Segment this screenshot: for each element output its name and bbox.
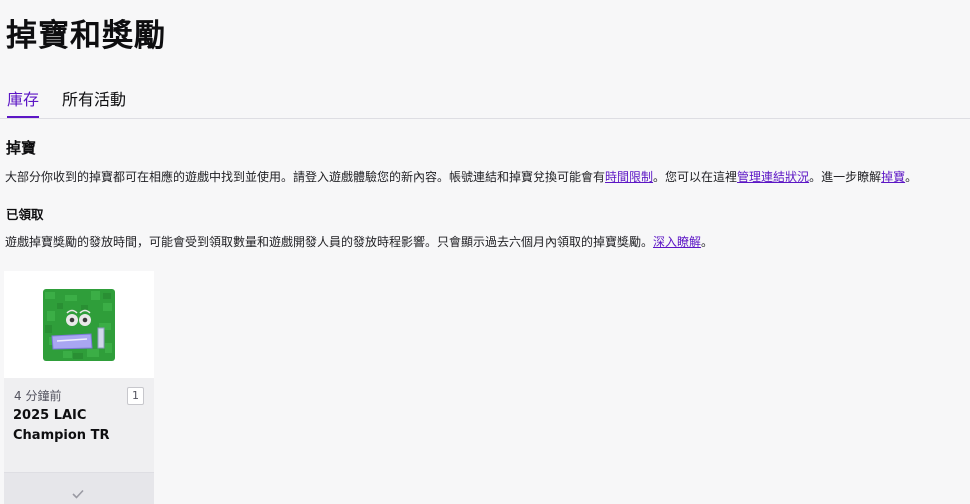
- drops-description: 大部分你收到的掉寶都可在相應的遊戲中找到並使用。請登入遊戲體驗您的新內容。帳號連…: [5, 170, 918, 184]
- drops-link[interactable]: 掉寶: [881, 170, 905, 184]
- page-title: 掉寶和獎勵: [6, 18, 166, 54]
- tab-inventory[interactable]: 庫存: [7, 86, 40, 118]
- claimed-section-title: 已領取: [6, 207, 44, 222]
- tab-bar: 庫存 所有活動: [0, 86, 970, 119]
- reward-status-bar: [4, 472, 154, 504]
- reward-image-area: [4, 271, 154, 378]
- reward-card[interactable]: 4 分鐘前 1 2025 LAIC Champion TR: [4, 271, 154, 504]
- claimed-description: 遊戲掉寶獎勵的發放時間，可能會受到領取數量和遊戲開發人員的發放時程影響。只會顯示…: [5, 235, 714, 249]
- check-icon: [72, 489, 84, 499]
- time-limit-link[interactable]: 時間限制: [605, 170, 653, 184]
- learn-more-link[interactable]: 深入瞭解: [653, 235, 701, 249]
- reward-name: 2025 LAIC Champion TR: [13, 408, 110, 443]
- manage-connections-link[interactable]: 管理連結狀況: [737, 170, 809, 184]
- reward-count-badge: 1: [127, 387, 144, 405]
- drops-section-title: 掉寶: [6, 139, 37, 157]
- champion-reward-image: [43, 289, 115, 361]
- reward-claimed-time: 4 分鐘前: [14, 389, 62, 403]
- tab-all-campaigns[interactable]: 所有活動: [62, 86, 126, 114]
